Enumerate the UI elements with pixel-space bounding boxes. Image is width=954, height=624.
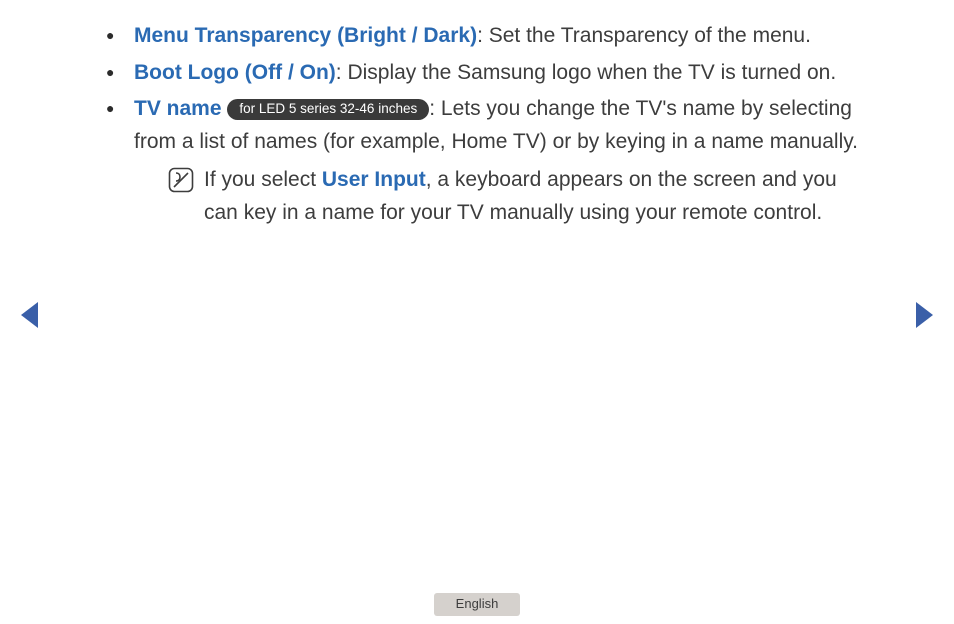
note-row: If you select User Input, a keyboard app… xyxy=(134,164,874,229)
note-link: User Input xyxy=(322,168,426,191)
note-pre: If you select xyxy=(204,168,322,191)
language-label: English xyxy=(434,593,521,615)
footer: English xyxy=(0,586,954,619)
item-desc: : Display the Samsung logo when the TV i… xyxy=(336,61,836,84)
next-arrow[interactable] xyxy=(914,300,936,341)
list-item: Boot Logo (Off / On): Display the Samsun… xyxy=(100,57,874,90)
item-title: Boot Logo (Off / On) xyxy=(134,61,336,84)
prev-arrow[interactable] xyxy=(18,300,40,341)
list-item: Menu Transparency (Bright / Dark): Set t… xyxy=(100,20,874,53)
content-area: Menu Transparency (Bright / Dark): Set t… xyxy=(0,0,954,229)
list-item: TV name for LED 5 series 32-46 inches: L… xyxy=(100,93,874,229)
settings-list: Menu Transparency (Bright / Dark): Set t… xyxy=(100,20,874,229)
note-icon xyxy=(168,167,194,204)
note-text: If you select User Input, a keyboard app… xyxy=(204,164,874,229)
item-title: Menu Transparency (Bright / Dark) xyxy=(134,24,477,47)
item-title: TV name xyxy=(134,97,222,120)
model-badge: for LED 5 series 32-46 inches xyxy=(227,99,429,120)
item-desc: : Set the Transparency of the menu. xyxy=(477,24,811,47)
